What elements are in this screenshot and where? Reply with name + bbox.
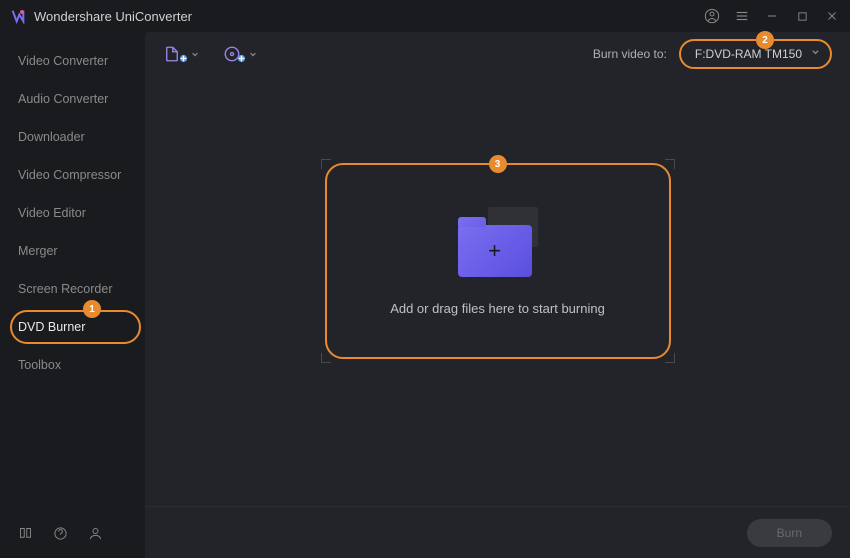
corner-marker xyxy=(321,353,331,363)
account-icon[interactable] xyxy=(704,8,720,24)
chevron-down-icon xyxy=(811,48,820,60)
drop-area-text: Add or drag files here to start burning xyxy=(390,301,605,316)
sidebar-item-label: Audio Converter xyxy=(18,92,108,106)
callout-badge-1: 1 xyxy=(83,300,101,318)
sidebar: Video Converter Audio Converter Download… xyxy=(0,32,145,558)
sidebar-item-screen-recorder[interactable]: Screen Recorder xyxy=(0,270,145,308)
sidebar-item-label: Screen Recorder xyxy=(18,282,113,296)
sidebar-item-label: Downloader xyxy=(18,130,85,144)
sidebar-item-label: Video Editor xyxy=(18,206,86,220)
titlebar: Wondershare UniConverter xyxy=(0,0,850,32)
content-footer: Burn xyxy=(145,506,850,558)
burn-button[interactable]: Burn xyxy=(747,519,832,547)
add-disc-icon[interactable] xyxy=(223,45,257,63)
corner-marker xyxy=(665,159,675,169)
sidebar-item-video-editor[interactable]: Video Editor xyxy=(0,194,145,232)
sidebar-item-merger[interactable]: Merger xyxy=(0,232,145,270)
plus-icon: + xyxy=(488,238,501,264)
sidebar-footer xyxy=(0,512,145,558)
guide-icon[interactable] xyxy=(18,526,33,544)
drop-area[interactable]: 3 + Add or drag files here to start burn… xyxy=(325,163,671,359)
corner-marker xyxy=(665,353,675,363)
content-area: Burn video to: 2 F:DVD-RAM TM150 3 xyxy=(145,32,850,558)
callout-badge-2: 2 xyxy=(756,31,774,49)
sidebar-item-downloader[interactable]: Downloader xyxy=(0,118,145,156)
callout-badge-3: 3 xyxy=(489,155,507,173)
toolbar: Burn video to: 2 F:DVD-RAM TM150 xyxy=(145,32,850,76)
add-folder-icon: + xyxy=(458,207,538,277)
sidebar-item-label: DVD Burner xyxy=(18,320,85,334)
burn-target-value: F:DVD-RAM TM150 xyxy=(695,47,802,61)
minimize-icon[interactable] xyxy=(764,8,780,24)
maximize-icon[interactable] xyxy=(794,8,810,24)
close-icon[interactable] xyxy=(824,8,840,24)
user-icon[interactable] xyxy=(88,526,103,544)
sidebar-item-dvd-burner[interactable]: 1 DVD Burner xyxy=(0,308,145,346)
burn-target-select[interactable]: 2 F:DVD-RAM TM150 xyxy=(679,39,832,69)
sidebar-item-label: Toolbox xyxy=(18,358,61,372)
app-logo-icon xyxy=(10,8,26,24)
menu-icon[interactable] xyxy=(734,8,750,24)
add-file-icon[interactable] xyxy=(163,45,199,63)
sidebar-item-label: Merger xyxy=(18,244,58,258)
sidebar-item-label: Video Converter xyxy=(18,54,108,68)
sidebar-item-video-converter[interactable]: Video Converter xyxy=(0,42,145,80)
app-title: Wondershare UniConverter xyxy=(34,9,704,24)
sidebar-item-label: Video Compressor xyxy=(18,168,121,182)
sidebar-item-toolbox[interactable]: Toolbox xyxy=(0,346,145,384)
sidebar-item-video-compressor[interactable]: Video Compressor xyxy=(0,156,145,194)
burn-to-label: Burn video to: xyxy=(593,47,667,61)
titlebar-controls xyxy=(704,8,840,24)
sidebar-item-audio-converter[interactable]: Audio Converter xyxy=(0,80,145,118)
corner-marker xyxy=(321,159,331,169)
help-icon[interactable] xyxy=(53,526,68,544)
